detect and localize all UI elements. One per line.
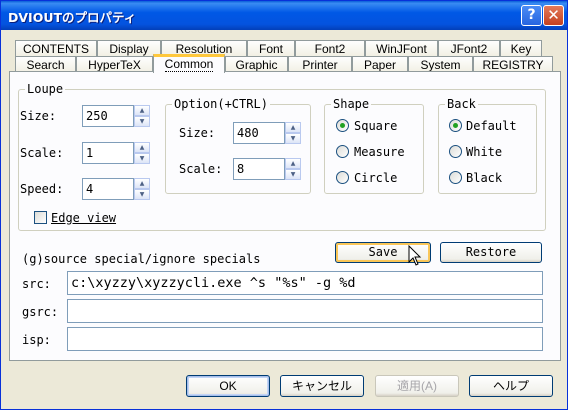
- spin-down-icon[interactable]: ▼: [134, 189, 150, 200]
- ok-button[interactable]: OK: [186, 375, 270, 397]
- option-scale-input[interactable]: 8: [233, 158, 285, 180]
- option-group-title: Option(+CTRL): [172, 97, 270, 111]
- spin-up-icon[interactable]: ▲: [134, 178, 150, 189]
- tab-key[interactable]: Key: [500, 40, 542, 57]
- loupe-size-spinner[interactable]: ▲ ▼: [134, 105, 150, 127]
- shape-circle-label[interactable]: Circle: [354, 171, 397, 185]
- apply-button[interactable]: 適用(A): [375, 375, 459, 397]
- close-icon-button[interactable]: ✕: [543, 5, 564, 26]
- tab-display[interactable]: Display: [97, 40, 161, 57]
- tab-font2[interactable]: Font2: [295, 40, 365, 57]
- tab-winjfont[interactable]: WinJFont: [365, 40, 438, 57]
- loupe-speed-input[interactable]: 4: [82, 178, 134, 200]
- loupe-scale-input[interactable]: 1: [82, 142, 134, 164]
- tab-common[interactable]: Common: [153, 54, 225, 73]
- tab-contents[interactable]: CONTENTS: [15, 40, 97, 57]
- tab-font[interactable]: Font: [247, 40, 295, 57]
- loupe-scale-label: Scale:: [20, 146, 64, 160]
- loupe-group-title: Loupe: [25, 82, 66, 96]
- src-label: src:: [22, 277, 51, 291]
- back-default-label[interactable]: Default: [466, 119, 517, 133]
- edge-view-label[interactable]: Edge view: [51, 211, 116, 225]
- back-black-radio[interactable]: [449, 171, 462, 184]
- option-group: Option(+CTRL): [165, 97, 311, 194]
- edge-view-checkbox[interactable]: [34, 211, 47, 224]
- src-input[interactable]: c:\xyzzy\xyzzycli.exe ^s "%s" -g %d: [67, 271, 543, 295]
- help-button[interactable]: ヘルプ: [469, 375, 553, 397]
- restore-button[interactable]: Restore: [440, 242, 542, 263]
- loupe-scale-spinner[interactable]: ▲ ▼: [134, 142, 150, 164]
- tab-common-label: Common: [164, 57, 214, 72]
- back-white-label[interactable]: White: [466, 145, 502, 159]
- shape-group-title: Shape: [331, 97, 372, 111]
- shape-square-label[interactable]: Square: [354, 119, 397, 133]
- back-black-label[interactable]: Black: [466, 171, 502, 185]
- shape-circle-radio[interactable]: [336, 171, 349, 184]
- spin-up-icon[interactable]: ▲: [285, 158, 301, 169]
- shape-measure-radio[interactable]: [336, 145, 349, 158]
- spin-up-icon[interactable]: ▲: [285, 122, 301, 133]
- shape-measure-label[interactable]: Measure: [354, 145, 405, 159]
- shape-square-radio[interactable]: [336, 119, 349, 132]
- spin-up-icon[interactable]: ▲: [134, 142, 150, 153]
- mouse-cursor-icon: [408, 245, 422, 266]
- option-scale-spinner[interactable]: ▲ ▼: [285, 158, 301, 180]
- edge-view-label-text: Edge view: [51, 211, 117, 225]
- tab-jfont2[interactable]: JFont2: [438, 40, 500, 57]
- back-white-radio[interactable]: [449, 145, 462, 158]
- spin-down-icon[interactable]: ▼: [285, 133, 301, 144]
- option-size-spinner[interactable]: ▲ ▼: [285, 122, 301, 144]
- cancel-button[interactable]: キャンセル: [280, 375, 364, 397]
- spin-down-icon[interactable]: ▼: [285, 169, 301, 180]
- option-size-input[interactable]: 480: [233, 122, 285, 144]
- window-title: DVIOUTのプロパティ: [8, 10, 137, 25]
- back-default-radio[interactable]: [449, 119, 462, 132]
- spin-down-icon[interactable]: ▼: [134, 116, 150, 127]
- help-icon-button[interactable]: ?: [521, 5, 542, 26]
- isp-input[interactable]: [67, 327, 543, 351]
- loupe-size-input[interactable]: 250: [82, 105, 134, 127]
- loupe-speed-label: Speed:: [20, 182, 64, 196]
- loupe-speed-spinner[interactable]: ▲ ▼: [134, 178, 150, 200]
- gsrc-label: gsrc:: [22, 305, 59, 319]
- option-scale-label: Scale:: [179, 162, 223, 176]
- isp-label: isp:: [22, 333, 51, 347]
- tab-panel-common: Loupe Size: 250 ▲ ▼ Scale: 1 ▲ ▼ Speed: 4 …: [9, 71, 561, 361]
- gsrc-input[interactable]: [67, 299, 543, 323]
- spin-up-icon[interactable]: ▲: [134, 105, 150, 116]
- option-size-label: Size:: [179, 126, 216, 140]
- source-specials-heading: (g)source special/ignore specials: [22, 252, 261, 266]
- back-group-title: Back: [445, 97, 478, 111]
- loupe-size-label: Size:: [20, 109, 57, 123]
- title-bar[interactable]: DVIOUTのプロパティ ? ✕: [1, 1, 567, 30]
- properties-dialog: DVIOUTのプロパティ ? ✕ CONTENTS Display Resolu…: [0, 0, 568, 410]
- spin-down-icon[interactable]: ▼: [134, 153, 150, 164]
